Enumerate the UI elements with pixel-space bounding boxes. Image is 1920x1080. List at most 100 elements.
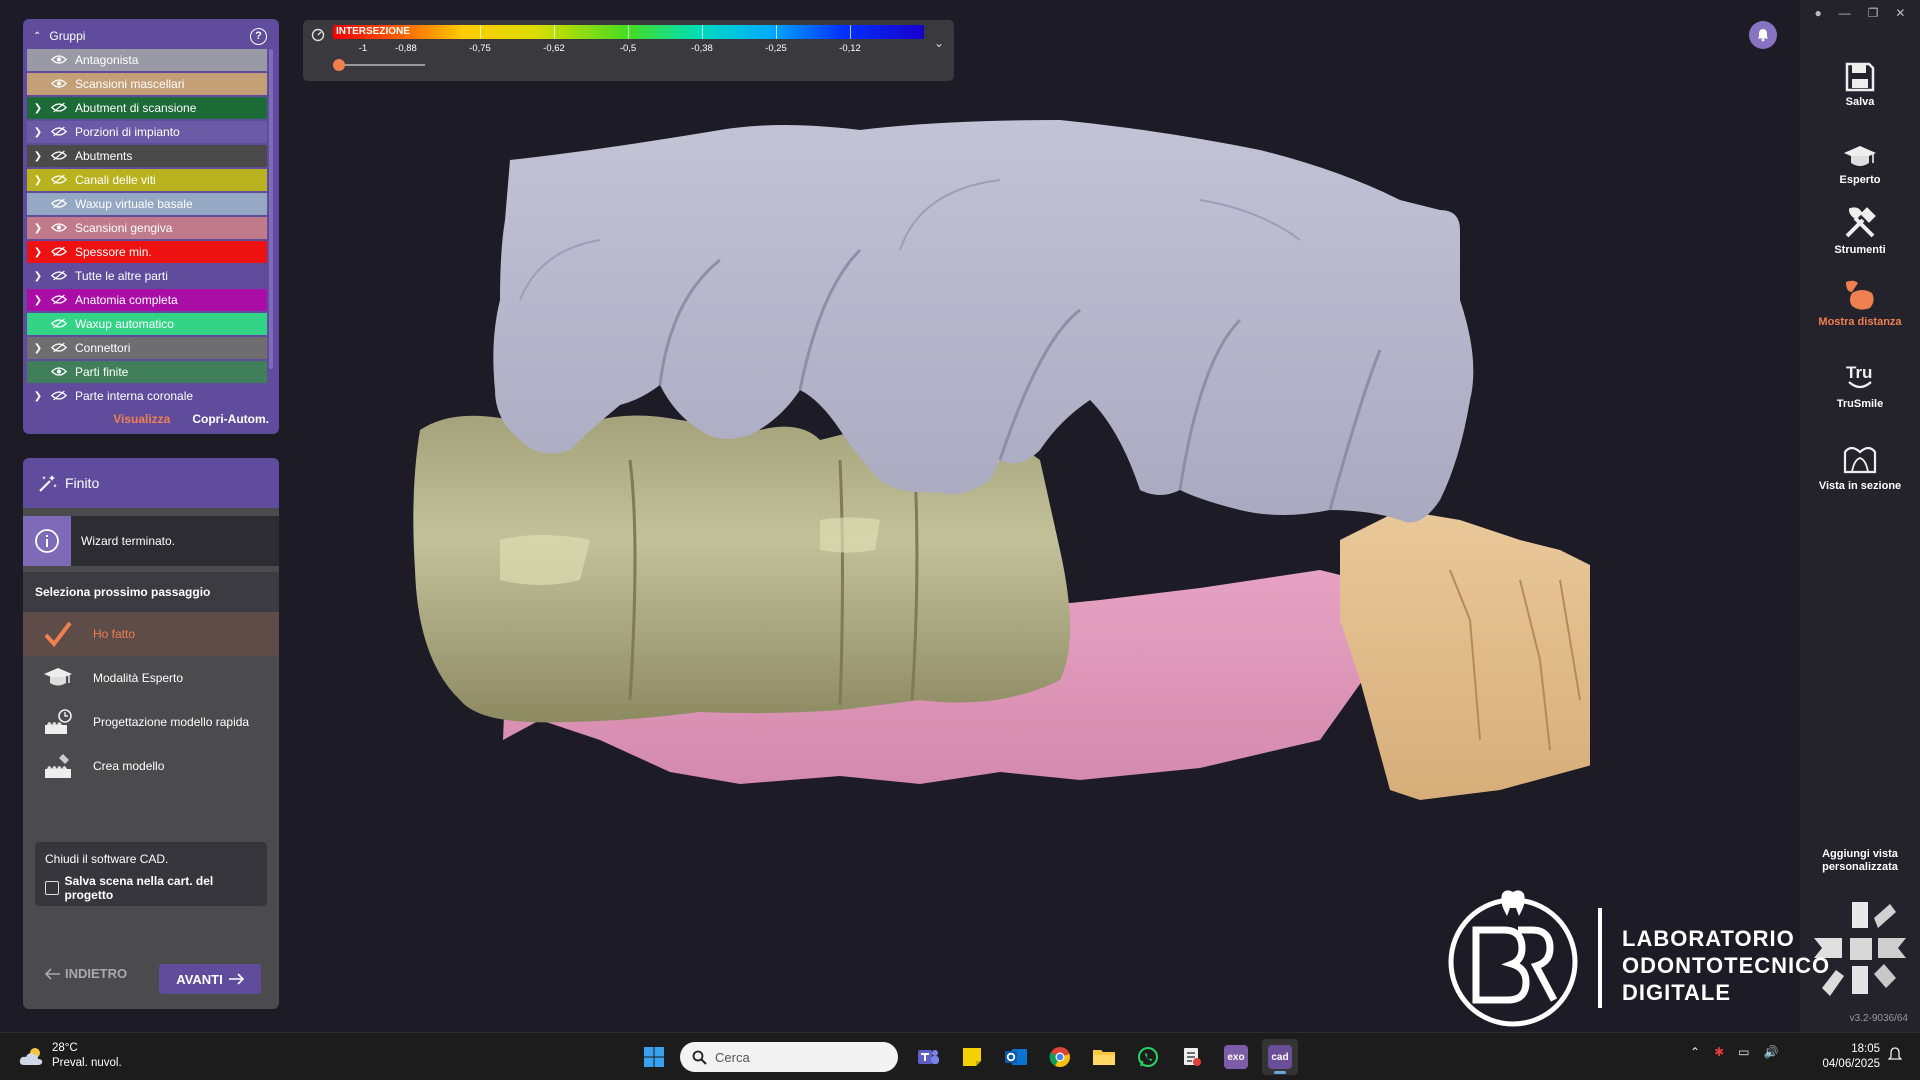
distance-icon (1800, 272, 1920, 312)
close-icon[interactable]: ✕ (1895, 6, 1905, 20)
dental-model-render[interactable] (300, 100, 1620, 800)
tool-trusmile[interactable]: Tru TruSmile (1800, 354, 1920, 410)
groups-header[interactable]: ⌃ Gruppi ? (27, 23, 275, 49)
chevron-right-icon[interactable]: ❯ (31, 343, 45, 354)
teams-icon[interactable] (910, 1039, 946, 1075)
eye-icon[interactable] (51, 54, 69, 66)
gauge-icon[interactable] (311, 28, 325, 42)
group-row[interactable]: ❯ Spessore min. (27, 241, 267, 263)
whatsapp-icon[interactable] (1130, 1039, 1166, 1075)
group-row[interactable]: ❯ Abutments (27, 145, 267, 167)
eye-off-icon[interactable] (51, 198, 69, 210)
chrome-icon[interactable] (1042, 1039, 1078, 1075)
display-icon[interactable]: ▭ (1738, 1045, 1749, 1059)
network-alert-icon[interactable]: ✱ (1714, 1045, 1724, 1059)
chevron-right-icon[interactable]: ❯ (31, 247, 45, 258)
chevron-right-icon[interactable]: ❯ (31, 271, 45, 282)
volume-icon[interactable]: 🔊 (1763, 1045, 1778, 1059)
copri-autom-button[interactable]: Copri-Autom. (192, 412, 269, 426)
chevron-down-icon[interactable]: ⌄ (934, 36, 944, 50)
user-icon[interactable]: ● (1814, 6, 1821, 20)
file-explorer-icon[interactable] (1086, 1039, 1122, 1075)
tool-label: Esperto (1839, 174, 1881, 186)
tool-esperto[interactable]: Esperto (1800, 130, 1920, 186)
tick-mark (776, 25, 777, 39)
next-button[interactable]: AVANTI (159, 964, 261, 994)
save-scene-checkbox[interactable]: Salva scena nella cart. del progetto (45, 874, 257, 902)
notification-bell-icon[interactable] (1749, 21, 1777, 49)
eye-off-icon[interactable] (51, 390, 69, 402)
group-row[interactable]: ❯ Abutment di scansione (27, 97, 267, 119)
outlook-icon[interactable] (998, 1039, 1034, 1075)
wizard-step[interactable]: Crea modello (23, 744, 279, 788)
tool-salva[interactable]: Salva (1800, 52, 1920, 108)
eye-off-icon[interactable] (51, 150, 69, 162)
taskbar-search[interactable]: Cerca (680, 1042, 898, 1072)
back-button[interactable]: INDIETRO (45, 966, 127, 981)
slider-knob[interactable] (333, 59, 345, 71)
chevron-right-icon[interactable]: ❯ (31, 295, 45, 306)
chevron-right-icon[interactable]: ❯ (31, 103, 45, 114)
chevron-right-icon[interactable]: ❯ (31, 151, 45, 162)
chevron-right-icon[interactable]: ❯ (31, 175, 45, 186)
eye-icon[interactable] (51, 366, 69, 378)
help-icon[interactable]: ? (250, 28, 267, 45)
eye-off-icon[interactable] (51, 270, 69, 282)
notification-icon[interactable] (1888, 1047, 1902, 1063)
checkbox-icon[interactable] (45, 881, 59, 895)
windows-taskbar: 28°C Preval. nuvol. Cerca exo cad ⌃ ✱ ▭ … (0, 1032, 1920, 1080)
group-row[interactable]: Waxup virtuale basale (27, 193, 267, 215)
group-row[interactable]: Scansioni mascellari (27, 73, 267, 95)
tool-vista-in-sezione[interactable]: Vista in sezione (1800, 436, 1920, 492)
group-row[interactable]: ❯ Tutte le altre parti (27, 265, 267, 287)
visualizza-button[interactable]: Visualizza (113, 412, 170, 426)
group-label: Parti finite (75, 365, 129, 379)
next-label: AVANTI (176, 971, 223, 987)
3d-viewport[interactable] (300, 100, 1620, 800)
eye-off-icon[interactable] (51, 246, 69, 258)
check-icon (41, 617, 75, 651)
eye-off-icon[interactable] (51, 174, 69, 186)
weather-widget[interactable]: 28°C Preval. nuvol. (18, 1041, 122, 1071)
group-label: Waxup virtuale basale (75, 197, 193, 211)
minimize-icon[interactable]: — (1839, 6, 1851, 20)
clock[interactable]: 18:05 04/06/2025 (1810, 1042, 1880, 1072)
eye-off-icon[interactable] (51, 318, 69, 330)
tool-mostra-distanza[interactable]: Mostra distanza (1800, 272, 1920, 328)
group-row[interactable]: ❯ Canali delle viti (27, 169, 267, 191)
group-row[interactable]: Parti finite (27, 361, 267, 383)
chevron-up-icon[interactable]: ⌃ (1690, 1045, 1700, 1059)
tool-strumenti[interactable]: Strumenti (1800, 200, 1920, 256)
sticky-notes-icon[interactable] (954, 1039, 990, 1075)
group-row[interactable]: Antagonista (27, 49, 267, 71)
clock-time: 18:05 (1851, 1043, 1880, 1055)
eye-off-icon[interactable] (51, 294, 69, 306)
chevron-up-icon[interactable]: ⌃ (33, 31, 41, 42)
chevron-right-icon[interactable]: ❯ (31, 223, 45, 234)
cad-icon[interactable]: cad (1262, 1039, 1298, 1075)
eye-off-icon[interactable] (51, 342, 69, 354)
add-custom-view-button[interactable]: Aggiungi vista personalizzata (1800, 848, 1920, 874)
exocad-icon[interactable]: exo (1218, 1039, 1254, 1075)
group-row[interactable]: Waxup automatico (27, 313, 267, 335)
eye-off-icon[interactable] (51, 102, 69, 114)
chevron-right-icon[interactable]: ❯ (31, 127, 45, 138)
eye-icon[interactable] (51, 222, 69, 234)
group-row[interactable]: ❯ Porzioni di impianto (27, 121, 267, 143)
chevron-right-icon[interactable]: ❯ (31, 391, 45, 402)
wizard-step[interactable]: Ho fatto (23, 612, 279, 656)
wizard-step[interactable]: Progettazione modello rapida (23, 700, 279, 744)
eye-off-icon[interactable] (51, 126, 69, 138)
wizard-step[interactable]: Modalità Esperto (23, 656, 279, 700)
scale-slider[interactable] (333, 59, 425, 71)
group-label: Abutment di scansione (75, 101, 197, 115)
groups-scrollbar[interactable] (269, 49, 273, 369)
start-icon[interactable] (636, 1039, 672, 1075)
eye-icon[interactable] (51, 78, 69, 90)
tick-label: -0,38 (691, 43, 713, 54)
group-row[interactable]: ❯ Scansioni gengiva (27, 217, 267, 239)
group-row[interactable]: ❯ Connettori (27, 337, 267, 359)
restore-icon[interactable]: ❐ (1868, 6, 1879, 20)
group-row[interactable]: ❯ Anatomia completa (27, 289, 267, 311)
snipping-icon[interactable] (1174, 1039, 1210, 1075)
